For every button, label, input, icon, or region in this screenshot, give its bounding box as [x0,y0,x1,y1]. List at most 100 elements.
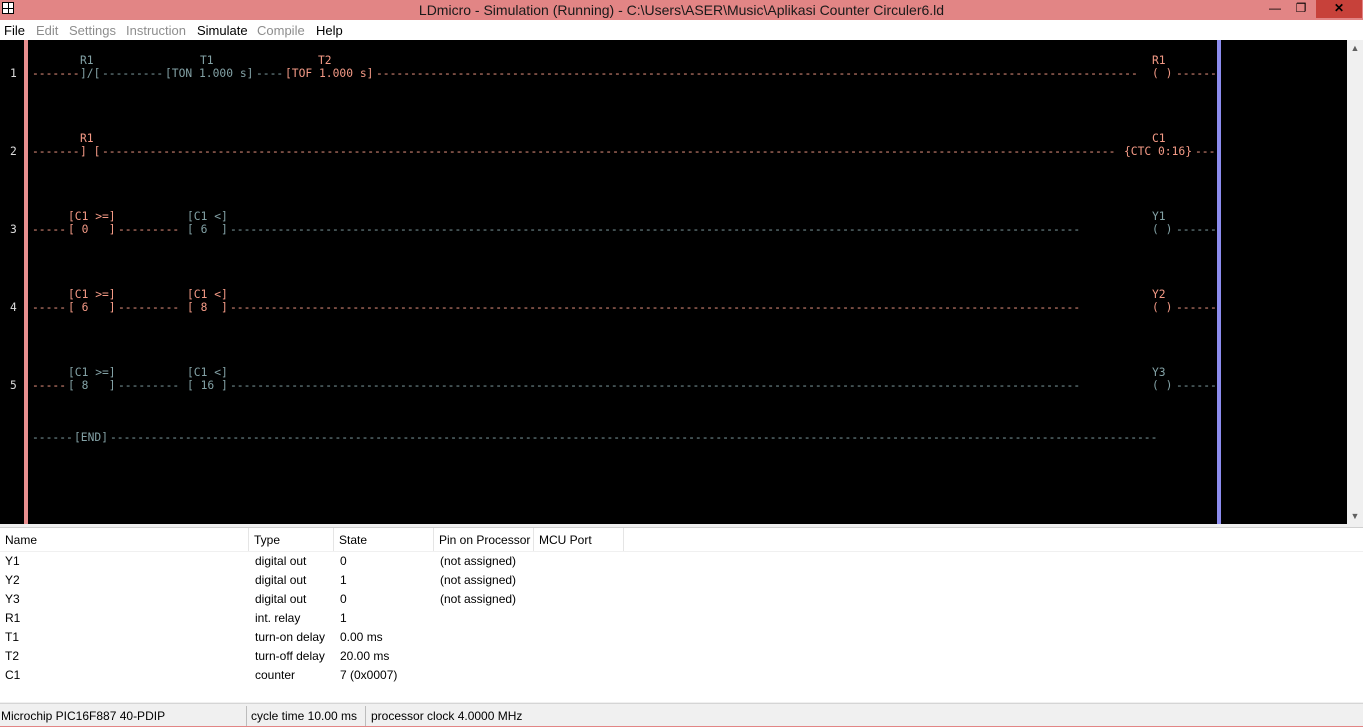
rung-number: 2 [10,145,17,158]
column-header-state[interactable]: State [334,528,434,552]
menu-compile[interactable]: Compile [257,23,305,38]
io-state: 20.00 ms [340,649,390,663]
io-name: Y3 [5,592,20,606]
io-state: 0.00 ms [340,630,383,644]
coil-label: Y3 [1152,366,1166,379]
menu-simulate[interactable]: Simulate [197,23,248,38]
normally-closed-contact[interactable]: ]/[ [80,67,100,80]
coil[interactable]: ( ) [1152,67,1172,80]
rung-wire: ----------------------------------------… [376,67,1138,80]
menu-bar: File Edit Settings Instruction Simulate … [0,20,1363,40]
io-type: digital out [255,554,307,568]
io-type: digital out [255,592,307,606]
status-clock: processor clock 4.0000 MHz [371,709,523,723]
rung-wire: ------ [1176,301,1217,314]
normally-open-contact[interactable]: ] [ [80,145,100,158]
io-state: 1 [340,611,347,625]
contact-label: R1 [80,54,94,67]
compare-label: [C1 >=] [68,210,116,223]
io-state: 0 [340,554,347,568]
geq-compare[interactable]: [ 8 ] [68,379,116,392]
rung-wire: ------ [32,431,73,444]
contact-label: R1 [80,132,94,145]
ctc-counter[interactable]: {CTC 0:16} [1124,145,1192,158]
ladder-diagram[interactable]: 1 ------- R1 ]/[ --------- T1 [TON 1.000… [0,40,1347,524]
table-row[interactable]: Y3 digital out 0 (not assigned) [0,590,1363,609]
menu-edit[interactable]: Edit [36,23,58,38]
ton-timer[interactable]: [TON 1.000 s] [165,67,253,80]
io-type: counter [255,668,296,682]
vertical-scrollbar[interactable]: ▲ ▼ [1347,40,1363,524]
io-name: Y2 [5,573,20,587]
rung-wire: ----------------------------------------… [110,431,1158,444]
io-state: 1 [340,573,347,587]
io-list[interactable]: Name Type State Pin on Processor MCU Por… [0,527,1363,702]
io-type: turn-on delay [255,630,326,644]
table-row[interactable]: Y1 digital out 0 (not assigned) [0,552,1363,571]
title-bar[interactable]: LDmicro - Simulation (Running) - C:\User… [0,0,1363,20]
compare-label: [C1 >=] [68,366,116,379]
io-name: R1 [5,611,21,625]
io-pin: (not assigned) [440,592,517,606]
table-row[interactable]: Y2 digital out 1 (not assigned) [0,571,1363,590]
rung-wire: ---- [256,67,284,80]
rung-wire: ----- [32,379,67,392]
right-power-rail [1217,40,1221,524]
menu-settings[interactable]: Settings [69,23,116,38]
column-header-mcu-port[interactable]: MCU Port [534,528,624,552]
window-title: LDmicro - Simulation (Running) - C:\User… [418,2,945,18]
compare-label: [C1 >=] [68,288,116,301]
counter-label: C1 [1152,132,1166,145]
rung-wire: ------- [32,145,80,158]
io-type: digital out [255,573,307,587]
lt-compare[interactable]: [ 6 ] [187,223,228,236]
rung-wire: --------- [118,223,180,236]
coil[interactable]: ( ) [1152,301,1172,314]
rung-wire: ------ [1176,67,1217,80]
compare-label: [C1 <] [187,366,228,379]
rung-wire: ----- [32,223,67,236]
timer-label: T2 [318,54,332,67]
coil[interactable]: ( ) [1152,379,1172,392]
rung-wire: --- [1195,145,1216,158]
table-row[interactable]: T2 turn-off delay 20.00 ms [0,647,1363,666]
column-header-type[interactable]: Type [249,528,334,552]
scroll-down-icon[interactable]: ▼ [1347,508,1363,524]
rung-wire: --------- [118,301,180,314]
tof-timer[interactable]: [TOF 1.000 s] [285,67,373,80]
rung-number: 5 [10,379,17,392]
lt-compare[interactable]: [ 16 ] [187,379,228,392]
geq-compare[interactable]: [ 0 ] [68,223,116,236]
menu-file[interactable]: File [4,23,25,38]
rung-wire: ------ [1176,379,1217,392]
io-name: Y1 [5,554,20,568]
rung-number: 4 [10,301,17,314]
io-name: C1 [5,668,21,682]
io-type: turn-off delay [255,649,325,663]
io-state: 0 [340,592,347,606]
close-button[interactable]: ✕ [1316,0,1362,18]
io-type: int. relay [255,611,301,625]
table-row[interactable]: C1 counter 7 (0x0007) [0,666,1363,685]
menu-instruction[interactable]: Instruction [126,23,186,38]
maximize-button[interactable]: ❐ [1288,0,1314,18]
rung-wire: --------- [118,379,180,392]
table-row[interactable]: R1 int. relay 1 [0,609,1363,628]
geq-compare[interactable]: [ 6 ] [68,301,116,314]
rung-number: 3 [10,223,17,236]
menu-help[interactable]: Help [316,23,343,38]
end-marker: [END] [74,431,109,444]
rung-wire: ----------------------------------------… [230,301,1081,314]
rung-wire: ----- [32,301,67,314]
io-name: T1 [5,630,20,644]
minimize-button[interactable]: — [1262,0,1288,18]
scroll-up-icon[interactable]: ▲ [1347,40,1363,56]
column-header-pin[interactable]: Pin on Processor [434,528,534,552]
coil[interactable]: ( ) [1152,223,1172,236]
rung-wire: ----------------------------------------… [230,223,1081,236]
lt-compare[interactable]: [ 8 ] [187,301,228,314]
rung-wire: ------ [1176,223,1217,236]
table-row[interactable]: T1 turn-on delay 0.00 ms [0,628,1363,647]
column-header-name[interactable]: Name [0,528,249,552]
rung-wire: ------- [32,67,80,80]
